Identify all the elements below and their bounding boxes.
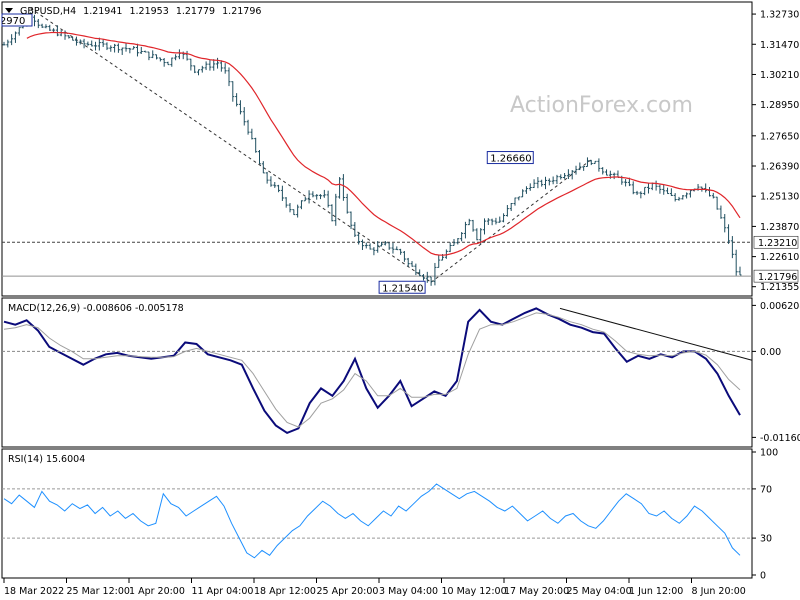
rsi-axis: 100 70 30 0 (752, 448, 778, 582)
time-tick-label: 1 Apr 20:00 (129, 586, 185, 597)
level-tag-label: 1.23210 (758, 238, 797, 249)
chart-canvas: ActionForex.com 1.32970 1.26660 1.21540 1.… (0, 1, 800, 597)
price-header: GBPUSD,H4 1.21941 1.21953 1.21779 1.2179… (20, 6, 261, 17)
rsi-tick-label: 70 (760, 484, 772, 495)
time-tick-label: 25 Apr 20:00 (317, 586, 379, 597)
price-header-open: 1.21941 (83, 6, 122, 17)
price-header-high: 1.21953 (129, 6, 168, 17)
price-tick-label: 1.22610 (760, 252, 799, 263)
price-tick-label: 1.23870 (760, 222, 799, 233)
time-tick-label: 10 May 12:00 (442, 586, 507, 597)
price-tick-label: 1.30210 (760, 70, 799, 81)
time-tick-label: 11 Apr 04:00 (192, 586, 254, 597)
annotation-label: 1.32970 (0, 16, 25, 27)
price-tick-label: 1.25130 (760, 192, 799, 203)
price-tick-label: 1.28950 (760, 100, 799, 111)
rsi-header: RSI(14) 15.6004 (8, 454, 85, 465)
macd-tick-label: 0.00 (760, 347, 781, 358)
price-header-symbol: GBPUSD,H4 (20, 6, 76, 17)
macd-header: MACD(12,26,9) -0.008606 -0.005178 (8, 303, 184, 314)
time-axis: 18 Mar 2022 25 Mar 12:00 1 Apr 20:00 11 Apr… (3, 578, 746, 597)
price-axis: 1.32730 1.31470 1.30210 1.28950 1.27650 1.263… (752, 10, 799, 293)
time-tick-label: 18 Apr 12:00 (254, 586, 316, 597)
price-tick-label: 1.31470 (760, 40, 799, 51)
rsi-tick-label: 0 (760, 571, 766, 582)
price-tick-label: 1.21355 (760, 282, 799, 293)
rsi-tick-label: 30 (760, 534, 772, 545)
current-price-tag-label: 1.21796 (758, 272, 797, 283)
time-tick-label: 3 May 04:00 (379, 586, 438, 597)
time-tick-label: 1 Jun 12:00 (629, 586, 683, 597)
annotation-label: 1.26660 (490, 154, 531, 165)
macd-tick-label: -0.011607 (760, 433, 800, 444)
time-tick-label: 17 May 20:00 (504, 586, 569, 597)
price-header-close: 1.21796 (222, 6, 261, 17)
price-header-low: 1.21779 (176, 6, 215, 17)
time-tick-label: 8 Jun 20:00 (692, 586, 746, 597)
macd-panel-frame (1, 297, 753, 448)
rsi-tick-label: 100 (760, 448, 778, 459)
time-tick-label: 25 May 04:00 (567, 586, 632, 597)
watermark: ActionForex.com (510, 93, 693, 118)
time-tick-label: 25 Mar 12:00 (67, 586, 130, 597)
price-tick-label: 1.27650 (760, 131, 799, 142)
price-tick-label: 1.32730 (760, 10, 799, 21)
price-tick-label: 1.26390 (760, 162, 799, 173)
macd-axis: 0.006208 0.00 -0.011607 (752, 301, 800, 444)
annotation-label: 1.21540 (382, 283, 423, 294)
time-tick-label: 18 Mar 2022 (4, 586, 64, 597)
macd-tick-label: 0.006208 (760, 301, 800, 312)
